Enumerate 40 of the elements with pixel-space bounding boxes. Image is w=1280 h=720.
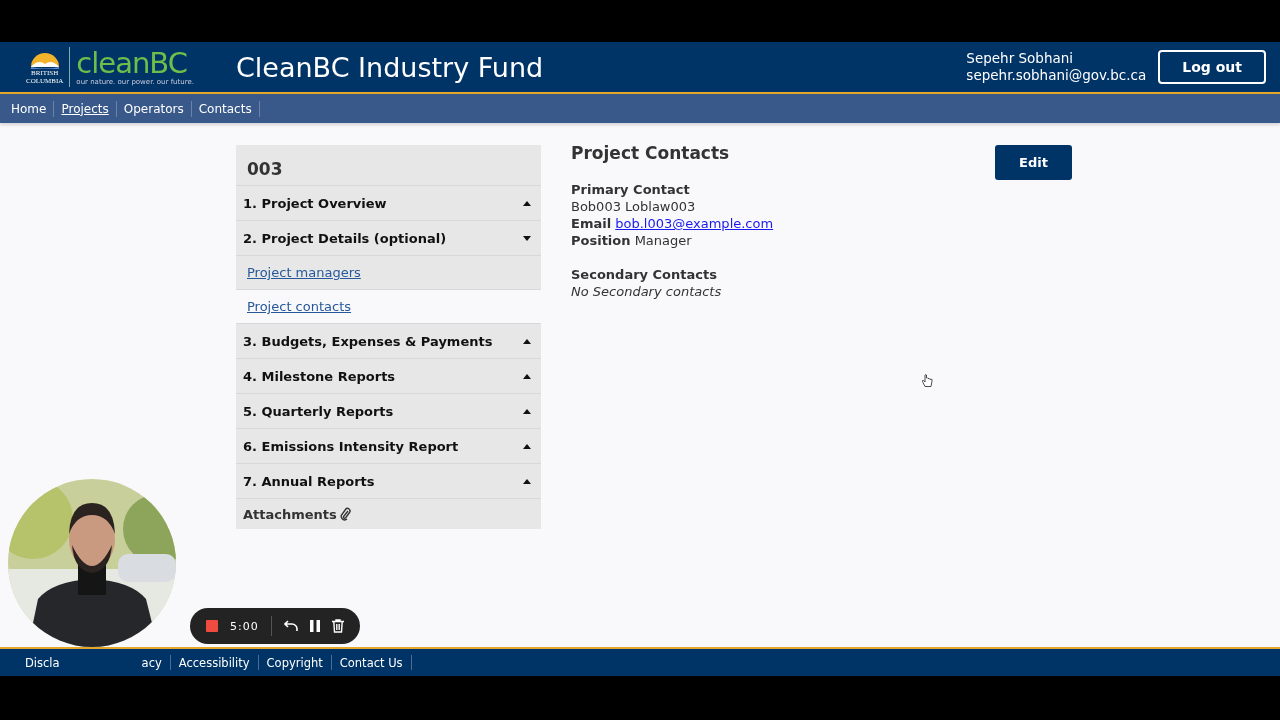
section-label: Primary Contact [571, 181, 691, 198]
sidebar-section[interactable]: 1. Project Overview [236, 185, 541, 220]
paperclip-icon [339, 507, 351, 521]
nav-link[interactable]: Contacts [191, 101, 259, 116]
email-link[interactable]: bob.l003@example.com [615, 216, 774, 231]
brand-name: cleanBC [76, 48, 187, 78]
user-email: sepehr.sobhani@gov.bc.ca [966, 67, 1147, 84]
footer-link[interactable]: Copyright [258, 655, 331, 670]
attachments-section[interactable]: Attachments [236, 498, 541, 529]
sidebar-section[interactable]: 6. Emissions Intensity Report [236, 428, 541, 463]
footer-link[interactable]: acy [133, 655, 170, 670]
logout-button[interactable]: Log out [1158, 50, 1266, 84]
sidebar-section[interactable]: 2. Project Details (optional) [236, 220, 541, 255]
hand-cursor-icon [921, 374, 933, 388]
edit-button[interactable]: Edit [995, 145, 1072, 180]
section-label: Secondary Contacts [571, 266, 718, 283]
footer-link[interactable]: Accessibility [170, 655, 258, 670]
undo-icon[interactable] [283, 620, 298, 632]
nav-link[interactable]: Projects [54, 101, 116, 116]
field-label: Email [571, 216, 612, 231]
pause-icon[interactable] [309, 620, 320, 632]
sidebar-section[interactable]: 5. Quarterly Reports [236, 393, 541, 428]
empty-message: No Secondary contacts [571, 283, 723, 300]
nav-link[interactable]: Home [4, 101, 54, 116]
sidebar-section[interactable]: 4. Milestone Reports [236, 358, 541, 393]
project-number: 003 [246, 158, 284, 181]
nav-link[interactable]: Operators [116, 101, 191, 116]
field-label: Position [571, 233, 631, 248]
recording-timer: 5:00 [230, 619, 259, 633]
user-name: Sepehr Sobhani [966, 50, 1075, 67]
sidebar-link[interactable]: Project contacts [236, 289, 541, 323]
page-heading: Project Contacts [571, 145, 731, 162]
trash-icon[interactable] [331, 619, 344, 633]
contact-name: Bob003 Loblaw003 [571, 198, 697, 215]
sidebar-section[interactable]: 7. Annual Reports [236, 463, 541, 498]
footer-link[interactable]: Contact Us [331, 655, 411, 670]
field-value: Manager [634, 233, 692, 248]
footer-link[interactable]: Discla [17, 655, 68, 670]
sidebar-section[interactable]: 3. Budgets, Expenses & Payments [236, 323, 541, 358]
app-title: CleanBC Industry Fund [236, 51, 545, 83]
